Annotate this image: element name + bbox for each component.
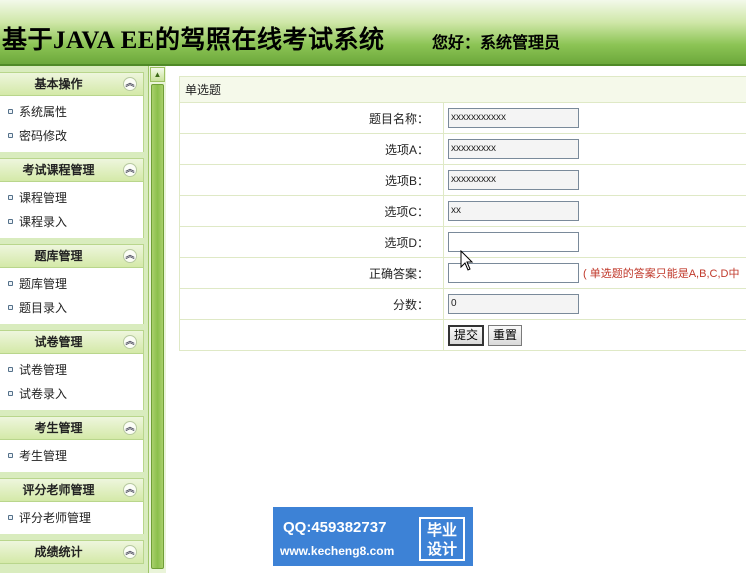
bullet-icon bbox=[8, 281, 13, 287]
bullet-icon bbox=[8, 195, 13, 201]
menu-group-title: 试卷管理 bbox=[34, 335, 83, 349]
menu-group-title: 评分老师管理 bbox=[22, 483, 95, 497]
sidebar-item-question-entry[interactable]: 题目录入 bbox=[0, 296, 143, 320]
bullet-icon bbox=[8, 109, 13, 115]
menu-group-title: 考试课程管理 bbox=[22, 163, 95, 177]
sidebar-item-paper-manage[interactable]: 试卷管理 bbox=[0, 358, 143, 382]
menu-group-title: 题库管理 bbox=[34, 249, 83, 263]
sidebar-item-label: 系统属性 bbox=[19, 105, 68, 119]
sidebar-item-paper-entry[interactable]: 试卷录入 bbox=[0, 382, 143, 406]
field-label: 选项A： bbox=[179, 133, 444, 165]
sidebar: 基本操作 ︽ 系统属性 密码修改 考试课程管理 ︽ 课程管理 课程录入 题库管理… bbox=[0, 66, 166, 573]
menu-group-body: 评分老师管理 bbox=[0, 502, 144, 534]
collapse-chevrons-icon[interactable]: ︽ bbox=[123, 335, 137, 349]
menu-group-question-bank[interactable]: 题库管理 ︽ bbox=[0, 244, 144, 268]
sidebar-item-system-properties[interactable]: 系统属性 bbox=[0, 100, 143, 124]
sidebar-item-examinee-manage[interactable]: 考生管理 bbox=[0, 444, 143, 468]
scroll-up-arrow-icon[interactable]: ▲ bbox=[150, 67, 165, 82]
field-label: 选项B： bbox=[179, 164, 444, 196]
sidebar-item-course-entry[interactable]: 课程录入 bbox=[0, 210, 143, 234]
sidebar-item-question-bank-manage[interactable]: 题库管理 bbox=[0, 272, 143, 296]
bullet-icon bbox=[8, 367, 13, 373]
sidebar-item-label: 密码修改 bbox=[19, 129, 68, 143]
answer-hint: ( 单选题的答案只能是A,B,C,D中 bbox=[583, 268, 740, 280]
scrollbar-thumb[interactable] bbox=[151, 84, 164, 569]
collapse-chevrons-icon[interactable]: ︽ bbox=[123, 77, 137, 91]
question-form: 单选题 题目名称： xxxxxxxxxxx 选项A： xxxxxxxxx 选项B… bbox=[179, 76, 746, 351]
menu-group-basic[interactable]: 基本操作 ︽ bbox=[0, 72, 144, 96]
menu-group-body: 课程管理 课程录入 bbox=[0, 182, 144, 238]
bullet-icon bbox=[8, 515, 13, 521]
menu-group-body: 题库管理 题目录入 bbox=[0, 268, 144, 324]
bullet-icon bbox=[8, 453, 13, 459]
watermark-qq: QQ:459382737 bbox=[283, 519, 387, 536]
bullet-icon bbox=[8, 305, 13, 311]
option-a-input[interactable]: xxxxxxxxx bbox=[448, 139, 579, 159]
mouse-pointer-icon bbox=[460, 249, 474, 275]
watermark-badge: 毕业 设计 bbox=[419, 517, 465, 561]
user-greeting: 您好：系统管理员 bbox=[432, 35, 561, 52]
option-b-input[interactable]: xxxxxxxxx bbox=[448, 170, 579, 190]
empty-cell bbox=[179, 319, 444, 351]
field-label: 选项D： bbox=[179, 226, 444, 258]
reset-button[interactable]: 重置 bbox=[488, 324, 523, 346]
submit-button[interactable]: 提交 bbox=[448, 324, 485, 346]
menu-group-course[interactable]: 考试课程管理 ︽ bbox=[0, 158, 144, 182]
sidebar-item-grader-manage[interactable]: 评分老师管理 bbox=[0, 506, 143, 530]
field-label: 正确答案： bbox=[179, 257, 444, 289]
sidebar-scrollbar[interactable]: ▲ bbox=[148, 66, 166, 573]
sidebar-item-label: 题目录入 bbox=[19, 301, 68, 315]
sidebar-item-label: 题库管理 bbox=[19, 277, 68, 291]
watermark-banner: QQ:459382737 www.kecheng8.com 毕业 设计 bbox=[273, 507, 473, 566]
sidebar-item-password-change[interactable]: 密码修改 bbox=[0, 124, 143, 148]
menu-group-grader[interactable]: 评分老师管理 ︽ bbox=[0, 478, 144, 502]
option-c-input[interactable]: xx bbox=[448, 201, 579, 221]
menu-group-title: 成绩统计 bbox=[34, 545, 83, 559]
bullet-icon bbox=[8, 133, 13, 139]
menu-group-score-stats[interactable]: 成绩统计 ︽ bbox=[0, 540, 144, 564]
collapse-chevrons-icon[interactable]: ︽ bbox=[123, 249, 137, 263]
app-header: 基于JAVA EE的驾照在线考试系统 您好：系统管理员 bbox=[0, 0, 746, 66]
sidebar-item-label: 课程管理 bbox=[19, 191, 68, 205]
badge-line: 毕业 bbox=[426, 522, 457, 539]
bullet-icon bbox=[8, 219, 13, 225]
menu-group-body: 考生管理 bbox=[0, 440, 144, 472]
field-label: 题目名称： bbox=[179, 102, 444, 134]
sidebar-item-course-manage[interactable]: 课程管理 bbox=[0, 186, 143, 210]
menu-group-title: 基本操作 bbox=[34, 77, 83, 91]
sidebar-item-label: 试卷录入 bbox=[19, 387, 68, 401]
field-label: 选项C： bbox=[179, 195, 444, 227]
collapse-chevrons-icon[interactable]: ︽ bbox=[123, 421, 137, 435]
field-label: 分数： bbox=[179, 288, 444, 320]
sidebar-item-label: 考生管理 bbox=[19, 449, 68, 463]
option-d-input[interactable] bbox=[448, 232, 579, 252]
collapse-chevrons-icon[interactable]: ︽ bbox=[123, 545, 137, 559]
sidebar-item-label: 试卷管理 bbox=[19, 363, 68, 377]
sidebar-item-label: 评分老师管理 bbox=[19, 511, 92, 525]
menu-group-body: 试卷管理 试卷录入 bbox=[0, 354, 144, 410]
score-input[interactable]: 0 bbox=[448, 294, 579, 314]
menu-group-title: 考生管理 bbox=[34, 421, 83, 435]
bullet-icon bbox=[8, 391, 13, 397]
collapse-chevrons-icon[interactable]: ︽ bbox=[123, 163, 137, 177]
collapse-chevrons-icon[interactable]: ︽ bbox=[123, 483, 137, 497]
menu-group-paper[interactable]: 试卷管理 ︽ bbox=[0, 330, 144, 354]
sidebar-menu-area: 基本操作 ︽ 系统属性 密码修改 考试课程管理 ︽ 课程管理 课程录入 题库管理… bbox=[0, 66, 148, 573]
question-title-input[interactable]: xxxxxxxxxxx bbox=[448, 108, 579, 128]
sidebar-menu: 基本操作 ︽ 系统属性 密码修改 考试课程管理 ︽ 课程管理 课程录入 题库管理… bbox=[0, 66, 144, 564]
main-content: 单选题 题目名称： xxxxxxxxxxx 选项A： xxxxxxxxx 选项B… bbox=[166, 66, 746, 573]
form-caption: 单选题 bbox=[179, 76, 746, 103]
app-title: 基于JAVA EE的驾照在线考试系统 bbox=[2, 27, 385, 54]
menu-group-body: 系统属性 密码修改 bbox=[0, 96, 144, 152]
sidebar-item-label: 课程录入 bbox=[19, 215, 68, 229]
badge-line: 设计 bbox=[426, 541, 457, 558]
watermark-url: www.kecheng8.com bbox=[280, 544, 395, 558]
menu-group-examinee[interactable]: 考生管理 ︽ bbox=[0, 416, 144, 440]
